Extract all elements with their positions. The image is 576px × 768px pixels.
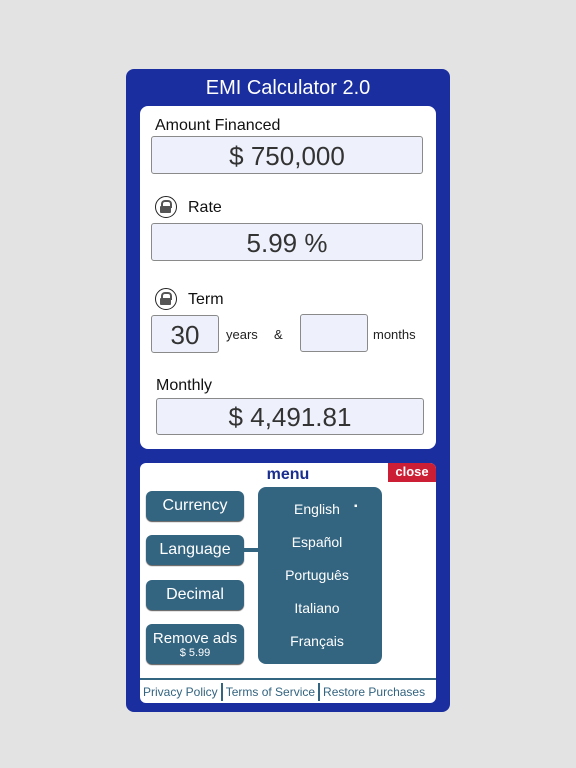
decimal-button[interactable]: Decimal (146, 580, 244, 610)
menu-panel: menu close Currency Language Decimal Rem… (140, 463, 436, 703)
amount-label: Amount Financed (155, 117, 281, 134)
term-months-field[interactable] (300, 314, 368, 352)
emi-calculator-app: EMI Calculator 2.0 Amount Financed $ 750… (126, 69, 450, 712)
currency-button[interactable]: Currency (146, 491, 244, 521)
footer-links: Privacy Policy Terms of Service Restore … (140, 678, 436, 705)
monthly-result: $ 4,491.81 (156, 398, 424, 435)
calculator-card: Amount Financed $ 750,000 Rate 5.99 % Te… (140, 106, 436, 449)
language-option-portugues[interactable]: Português (258, 567, 376, 583)
privacy-policy-link[interactable]: Privacy Policy (140, 680, 221, 705)
remove-ads-price: $ 5.99 (179, 647, 211, 659)
selected-marker-icon: ▪ (354, 501, 358, 512)
remove-ads-label: Remove ads (152, 630, 238, 647)
rate-field[interactable]: 5.99 % (151, 223, 423, 261)
language-option-espanol[interactable]: Español (258, 534, 376, 550)
monthly-label: Monthly (156, 377, 213, 394)
term-label: Term (188, 291, 224, 308)
app-title: EMI Calculator 2.0 (205, 77, 371, 99)
language-button[interactable]: Language (146, 535, 244, 565)
close-button[interactable]: close (388, 463, 436, 482)
language-option-francais[interactable]: Français (258, 633, 376, 649)
language-connector (244, 548, 258, 552)
ampersand-label: & (274, 327, 283, 342)
months-label: months (373, 327, 416, 342)
remove-ads-button[interactable]: Remove ads $ 5.99 (146, 624, 244, 664)
rate-label: Rate (188, 199, 222, 216)
years-label: years (226, 327, 258, 342)
term-years-field[interactable]: 30 (151, 315, 219, 353)
language-option-italiano[interactable]: Italiano (258, 600, 376, 616)
amount-field[interactable]: $ 750,000 (151, 136, 423, 174)
restore-purchases-link[interactable]: Restore Purchases (320, 680, 428, 705)
language-option-english[interactable]: English (258, 501, 376, 517)
term-lock-icon[interactable] (155, 288, 177, 310)
terms-of-service-link[interactable]: Terms of Service (223, 680, 318, 705)
language-list: English ▪ Español Português Italiano Fra… (258, 487, 382, 664)
rate-lock-icon[interactable] (155, 196, 177, 218)
